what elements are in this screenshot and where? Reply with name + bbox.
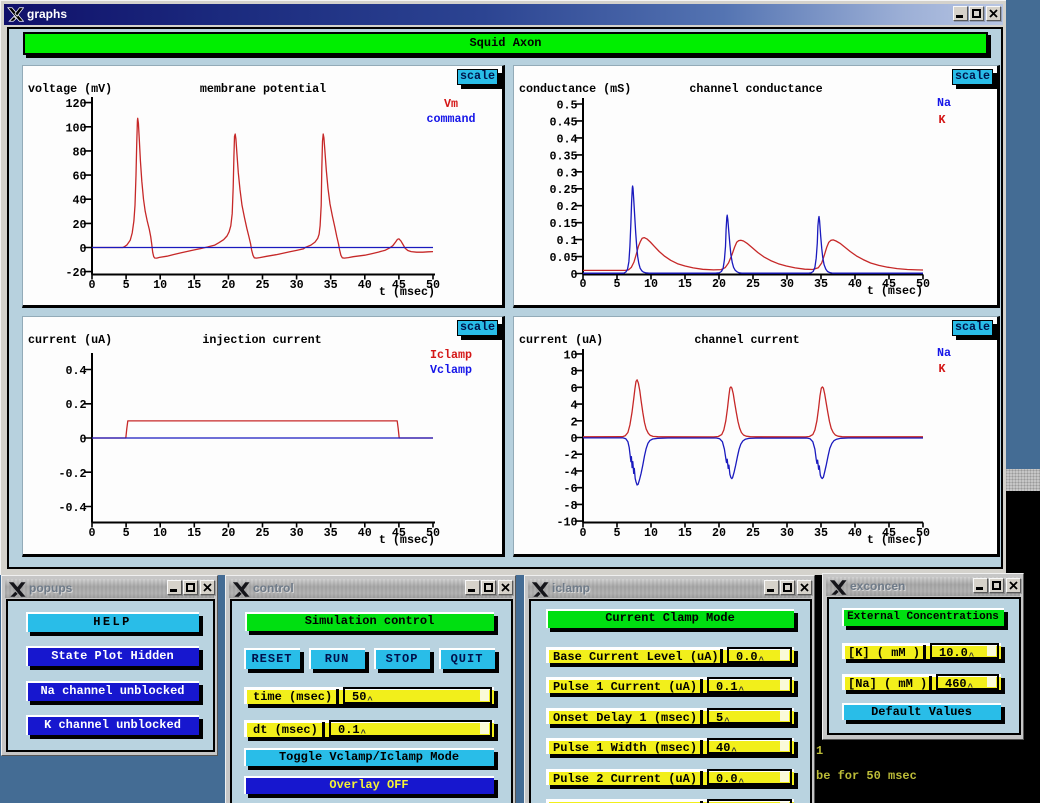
svg-text:10: 10: [153, 526, 167, 540]
svg-text:0.45: 0.45: [549, 115, 577, 129]
svg-text:Vm: Vm: [444, 97, 458, 111]
svg-text:0.15: 0.15: [549, 217, 577, 231]
svg-text:10: 10: [644, 526, 658, 540]
svg-text:30: 30: [780, 526, 794, 540]
svg-text:-2: -2: [563, 449, 577, 463]
svg-text:-6: -6: [563, 482, 577, 496]
svg-text:command: command: [426, 112, 475, 126]
svg-text:80: 80: [72, 145, 86, 159]
svg-text:25: 25: [746, 526, 760, 540]
svg-text:-0.2: -0.2: [58, 467, 86, 481]
svg-text:0.4: 0.4: [556, 132, 577, 146]
svg-text:-10: -10: [556, 516, 577, 530]
svg-text:current (uA): current (uA): [28, 333, 112, 347]
svg-text:injection current: injection current: [202, 333, 321, 347]
svg-text:15: 15: [187, 526, 201, 540]
svg-text:25: 25: [255, 526, 269, 540]
svg-text:t (msec): t (msec): [867, 284, 923, 298]
svg-text:20: 20: [72, 218, 86, 232]
svg-text:0: 0: [79, 433, 86, 447]
svg-text:Vclamp: Vclamp: [430, 363, 472, 377]
svg-text:0: 0: [79, 242, 86, 256]
svg-text:20: 20: [712, 526, 726, 540]
svg-text:0.2: 0.2: [65, 398, 86, 412]
svg-text:60: 60: [72, 170, 86, 184]
svg-text:current (uA): current (uA): [519, 333, 603, 347]
svg-text:channel conductance: channel conductance: [689, 82, 822, 96]
svg-text:20: 20: [221, 526, 235, 540]
svg-text:membrane potential: membrane potential: [200, 82, 326, 96]
svg-text:0.05: 0.05: [549, 251, 577, 265]
svg-text:channel current: channel current: [694, 333, 799, 347]
svg-text:0.35: 0.35: [549, 149, 577, 163]
svg-text:100: 100: [65, 121, 86, 135]
svg-text:-4: -4: [563, 465, 577, 479]
svg-text:10: 10: [153, 278, 167, 292]
svg-text:40: 40: [72, 194, 86, 208]
svg-text:40: 40: [848, 526, 862, 540]
svg-text:20: 20: [221, 278, 235, 292]
svg-text:0.1: 0.1: [556, 234, 577, 248]
svg-text:0: 0: [570, 432, 577, 446]
svg-text:0.4: 0.4: [65, 364, 86, 378]
svg-text:8: 8: [570, 365, 577, 379]
svg-text:t (msec): t (msec): [379, 533, 435, 547]
svg-text:0: 0: [88, 526, 95, 540]
svg-text:conductance (mS): conductance (mS): [519, 82, 631, 96]
svg-text:2: 2: [570, 415, 577, 429]
svg-text:t (msec): t (msec): [867, 533, 923, 547]
svg-text:6: 6: [570, 382, 577, 396]
svg-text:35: 35: [814, 526, 828, 540]
svg-text:Iclamp: Iclamp: [430, 348, 472, 362]
svg-text:Na: Na: [937, 346, 951, 360]
svg-text:0.5: 0.5: [556, 99, 577, 113]
svg-text:15: 15: [678, 526, 692, 540]
svg-text:40: 40: [358, 526, 372, 540]
svg-text:0.3: 0.3: [556, 166, 577, 180]
svg-text:5: 5: [123, 278, 130, 292]
svg-text:K: K: [938, 113, 946, 127]
svg-text:40: 40: [358, 278, 372, 292]
svg-text:t (msec): t (msec): [379, 285, 435, 299]
svg-text:15: 15: [187, 278, 201, 292]
svg-text:0.25: 0.25: [549, 183, 577, 197]
svg-text:5: 5: [123, 526, 130, 540]
svg-text:K: K: [938, 362, 946, 376]
svg-text:10: 10: [563, 348, 577, 362]
svg-text:35: 35: [324, 526, 338, 540]
svg-text:35: 35: [324, 278, 338, 292]
svg-text:Na: Na: [937, 96, 951, 110]
svg-text:25: 25: [255, 278, 269, 292]
svg-text:0: 0: [570, 268, 577, 282]
svg-text:30: 30: [290, 278, 304, 292]
svg-text:0.2: 0.2: [556, 200, 577, 214]
svg-text:voltage (mV): voltage (mV): [28, 82, 112, 96]
svg-text:5: 5: [613, 526, 620, 540]
svg-text:-8: -8: [563, 499, 577, 513]
svg-text:0: 0: [88, 278, 95, 292]
svg-text:30: 30: [290, 526, 304, 540]
svg-text:4: 4: [570, 399, 577, 413]
svg-text:0: 0: [579, 526, 586, 540]
svg-text:120: 120: [65, 97, 86, 111]
svg-text:-20: -20: [65, 266, 86, 280]
svg-text:-0.4: -0.4: [58, 501, 86, 515]
